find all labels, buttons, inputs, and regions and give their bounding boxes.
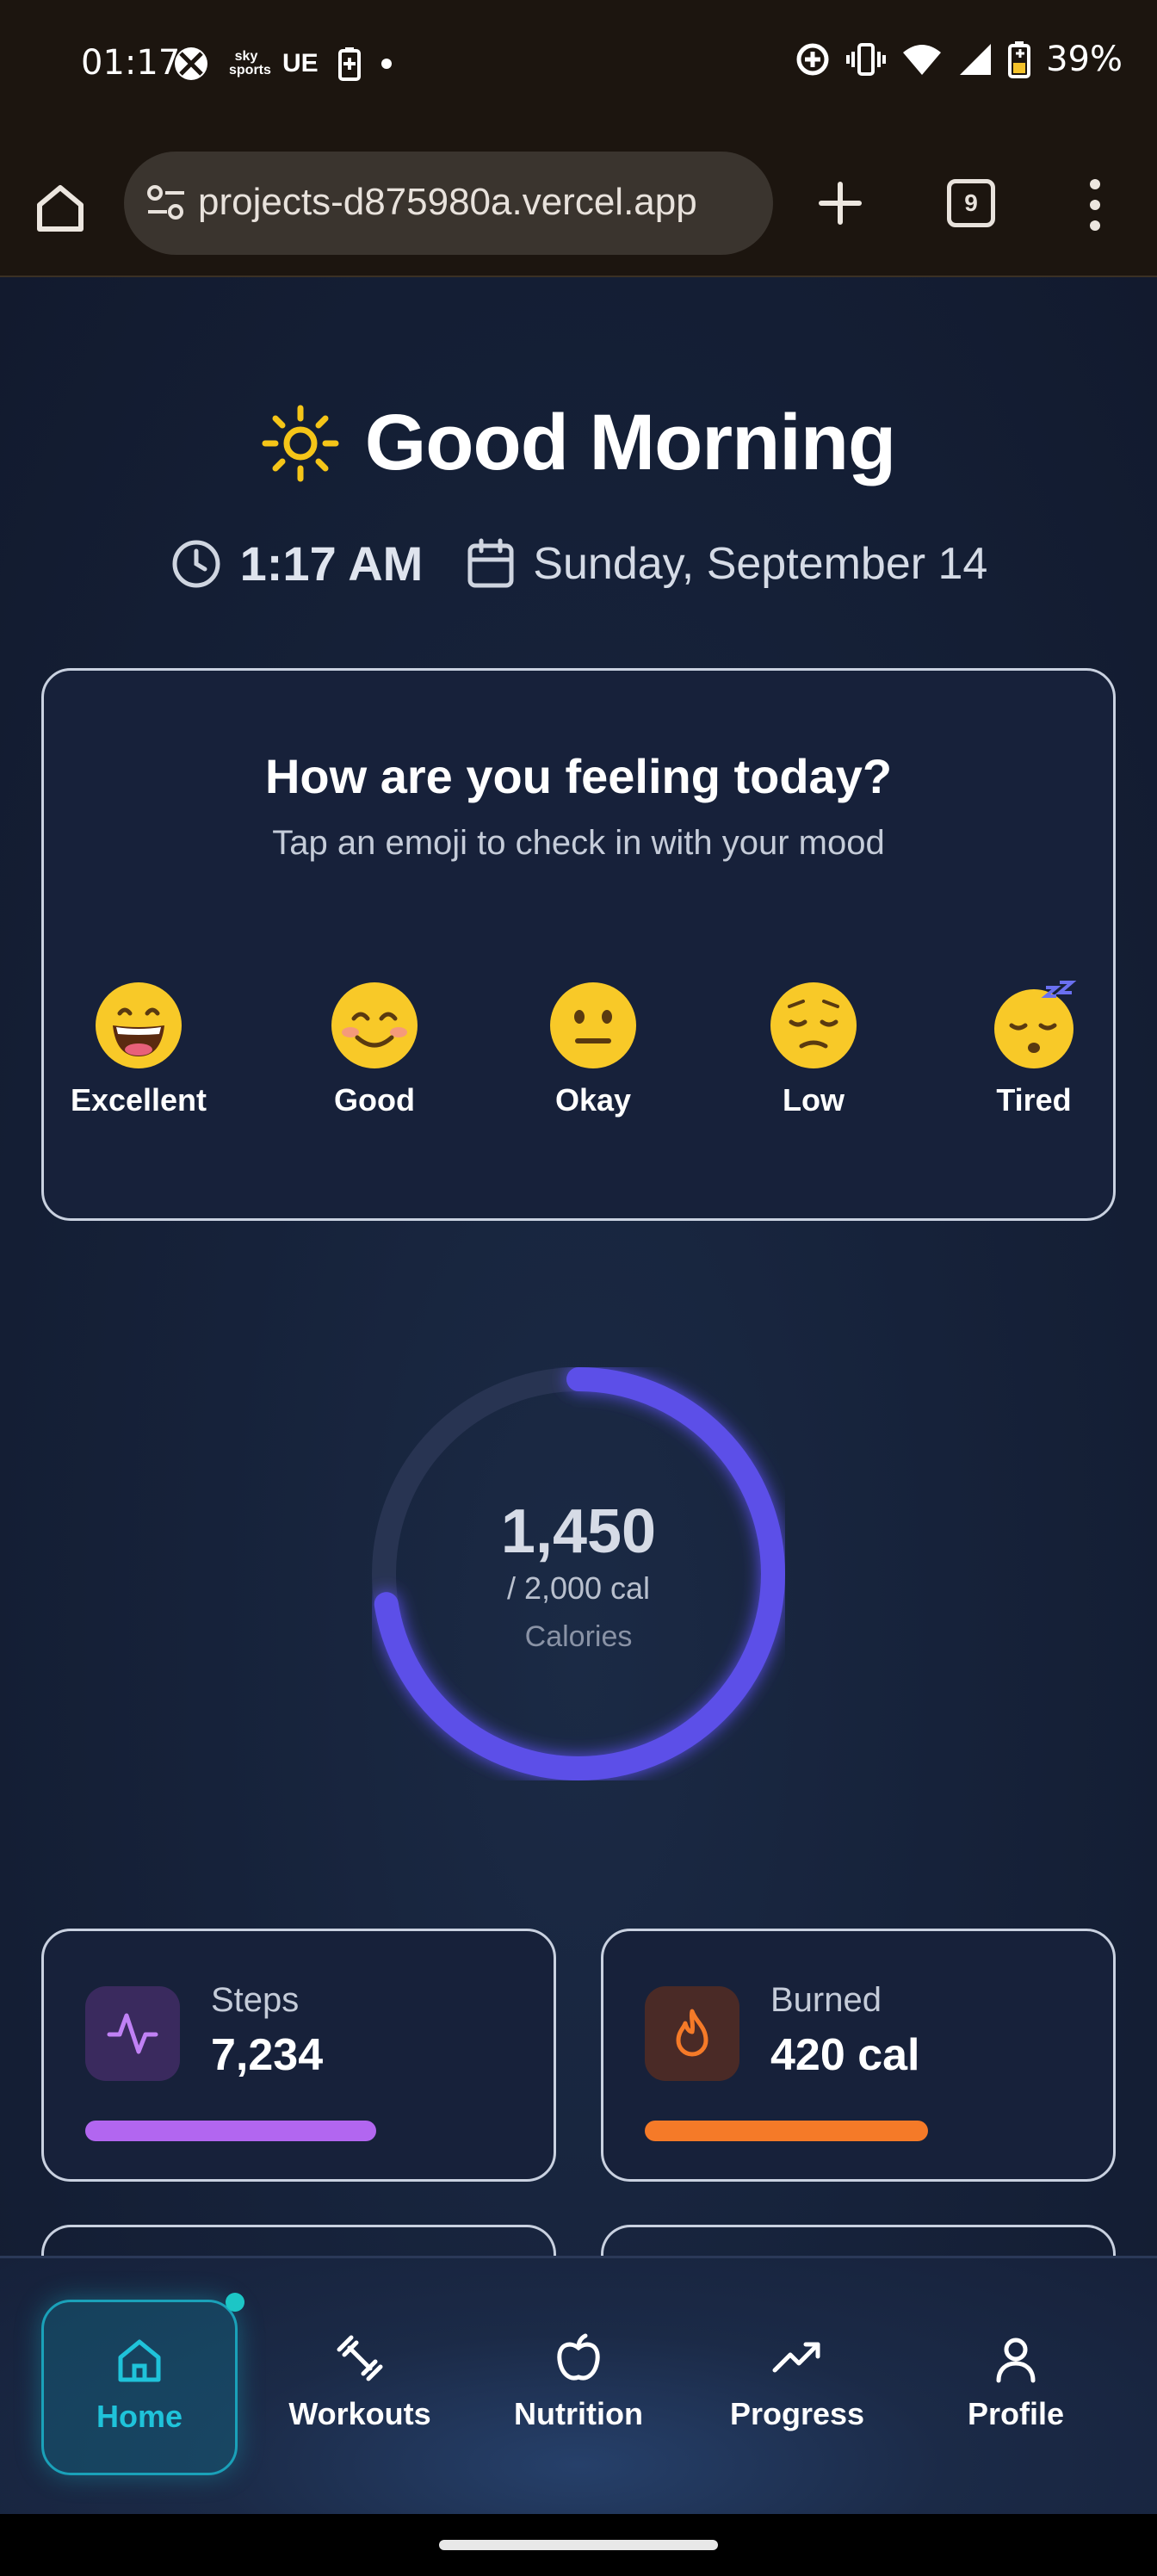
nav-workouts[interactable]: Workouts [274, 2300, 446, 2475]
mood-checkin-card: How are you feeling today? Tap an emoji … [41, 668, 1116, 1221]
status-notification-icons: sky sports UE [172, 45, 393, 83]
mood-card-subtitle: Tap an emoji to check in with your mood [272, 824, 885, 862]
status-time: 01:17 [81, 43, 181, 83]
battery-percent: 39% [1046, 40, 1123, 79]
wifi-icon [903, 45, 942, 75]
more-menu-icon[interactable] [1086, 177, 1104, 232]
home-icon [118, 2339, 161, 2382]
nav-label: Profile [967, 2396, 1065, 2431]
mood-option-good[interactable]: Good [288, 981, 461, 1118]
greeting-header: Good Morning [0, 398, 1157, 488]
vibrate-icon [846, 43, 887, 76]
data-saver-icon [796, 43, 829, 76]
datetime-row: 1:17 AM Sunday, September 14 [0, 536, 1157, 591]
mood-card-title: How are you feeling today? [264, 749, 893, 803]
sun-icon [262, 405, 339, 481]
current-date: Sunday, September 14 [533, 538, 988, 589]
mood-label: Okay [554, 1082, 632, 1118]
ue-icon: UE [282, 49, 319, 77]
status-bar: 01:17 sky sports UE 39% [0, 0, 1157, 134]
notification-dot [226, 2293, 244, 2312]
nav-progress[interactable]: Progress [711, 2300, 883, 2475]
mood-option-excellent[interactable]: Excellent [53, 981, 225, 1118]
clock-icon [172, 540, 220, 587]
stat-value: 420 cal [770, 2030, 920, 2080]
greeting-title: Good Morning [364, 399, 897, 486]
trending-up-icon [772, 2342, 820, 2373]
stat-label: Steps [211, 1981, 300, 2019]
mood-label: Low [783, 1082, 845, 1118]
neutral-face-icon [550, 982, 636, 1068]
mood-option-okay[interactable]: Okay [507, 981, 679, 1118]
pensive-face-icon [770, 982, 857, 1068]
mood-label: Excellent [70, 1082, 207, 1118]
burned-card[interactable]: Burned 420 cal [601, 1929, 1116, 2182]
app-page: Good Morning 1:17 AM Sunday, September 1… [0, 277, 1157, 2576]
smiling-face-icon [331, 982, 418, 1068]
address-bar[interactable]: projects-d875980a.vercel.app [124, 152, 773, 255]
xbox-icon [175, 47, 207, 80]
home-gesture-handle[interactable] [439, 2540, 718, 2550]
nav-nutrition[interactable]: Nutrition [492, 2300, 665, 2475]
url-text: projects-d875980a.vercel.app [198, 181, 697, 223]
flame-icon [645, 1986, 739, 2081]
home-button-icon[interactable] [33, 181, 88, 236]
stat-label: Burned [770, 1981, 882, 2019]
site-settings-icon[interactable] [145, 183, 188, 224]
nav-label: Progress [729, 2396, 865, 2431]
nav-label: Workouts [288, 2396, 431, 2431]
battery-icon [1008, 41, 1031, 78]
mood-label: Tired [996, 1082, 1072, 1118]
new-tab-icon[interactable] [814, 177, 866, 229]
signal-icon [960, 44, 992, 75]
calories-goal: / 2,000 cal [506, 1570, 651, 1606]
nav-home[interactable]: Home [41, 2300, 238, 2475]
apple-icon [557, 2333, 600, 2381]
mood-label: Good [334, 1082, 415, 1118]
activity-icon [85, 1986, 180, 2081]
gesture-navigation-bar [0, 2514, 1157, 2576]
battery-saver-icon [337, 47, 361, 81]
calories-label: Calories [524, 1620, 633, 1653]
nav-label: Nutrition [514, 2396, 643, 2431]
calendar-icon [467, 538, 514, 587]
burned-progress-bar [645, 2121, 928, 2141]
current-time: 1:17 AM [239, 536, 424, 591]
status-system-icons: 39% [795, 40, 1123, 79]
calories-value: 1,450 [500, 1497, 657, 1566]
dumbbell-icon [337, 2335, 383, 2381]
mood-option-low[interactable]: Low [727, 981, 900, 1118]
sleeping-face-icon [994, 981, 1077, 1068]
browser-toolbar: projects-d875980a.vercel.app 9 [0, 134, 1157, 277]
dot-icon [381, 59, 392, 69]
nav-label: Home [96, 2399, 183, 2434]
grinning-face-icon [96, 982, 182, 1068]
steps-card[interactable]: Steps 7,234 [41, 1929, 556, 2182]
sky-sports-icon: sky sports [229, 49, 271, 77]
tab-switcher-button[interactable]: 9 [947, 179, 995, 227]
stat-value: 7,234 [211, 2030, 324, 2080]
user-icon [996, 2338, 1036, 2383]
mood-option-tired[interactable]: Tired [948, 981, 1120, 1118]
bottom-navigation: Home Workouts Nutrition Progress Profile [0, 2256, 1157, 2517]
steps-progress-bar [85, 2121, 376, 2141]
nav-profile[interactable]: Profile [930, 2300, 1102, 2475]
